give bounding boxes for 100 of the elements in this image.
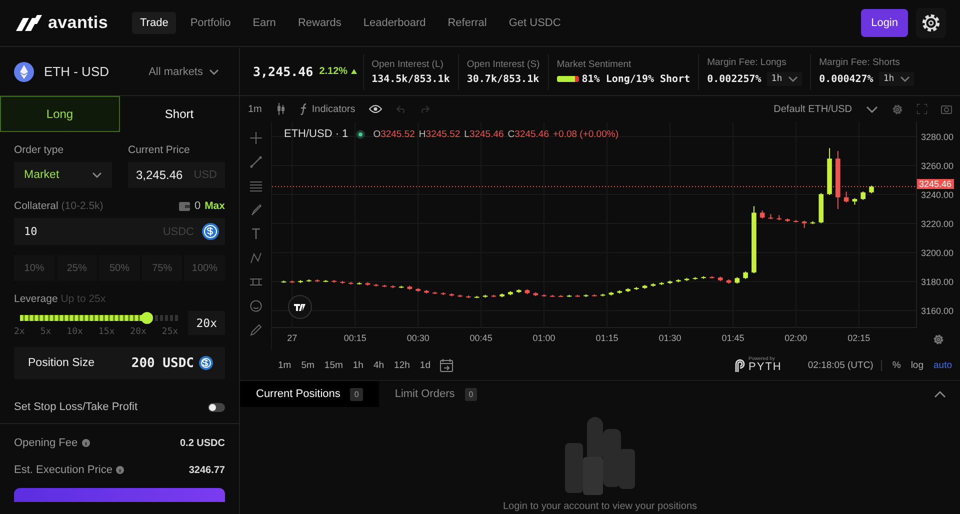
- calendar-icon[interactable]: [440, 358, 454, 372]
- tab-count: 0: [464, 388, 478, 400]
- chevron-down-icon: [209, 68, 219, 74]
- period-dropdown[interactable]: 1h: [879, 72, 914, 86]
- fullscreen-icon[interactable]: [917, 104, 927, 114]
- price-axis-label: 3220.00: [921, 218, 954, 229]
- chevron-down-icon[interactable]: [866, 106, 878, 112]
- stat-value: 30.7k/853.1k: [466, 74, 540, 84]
- stat-label: Margin Fee: Longs: [707, 57, 788, 68]
- stat-value: 0.000427%: [819, 74, 874, 84]
- candles-icon[interactable]: [276, 103, 286, 115]
- interval-option[interactable]: 1d: [420, 360, 430, 370]
- pattern-icon[interactable]: [250, 252, 262, 264]
- fee-label: Opening Fee: [14, 437, 78, 449]
- nav-link[interactable]: Get USDC: [500, 12, 569, 34]
- price-axis-label: 3200.00: [921, 248, 954, 258]
- pyth-logo-icon: [734, 358, 746, 372]
- ohlc-value: L3245.46: [464, 128, 504, 140]
- login-button[interactable]: Login: [861, 9, 908, 37]
- stat-label: Open Interest (S): [466, 58, 540, 70]
- measure-icon[interactable]: [250, 276, 262, 288]
- indicators-button[interactable]: Indicators: [300, 103, 356, 115]
- brand-name: avantis: [48, 13, 108, 33]
- chevron-down-icon: [788, 76, 798, 82]
- text-icon[interactable]: [250, 228, 262, 240]
- positions-tab[interactable]: Limit Orders 0: [378, 381, 494, 407]
- slider-thumb[interactable]: [140, 312, 153, 324]
- crosshair-icon[interactable]: [250, 132, 262, 144]
- nav-link[interactable]: Leaderboard: [355, 12, 434, 34]
- order-type-dropdown[interactable]: Market: [14, 162, 112, 188]
- nav-link[interactable]: Trade: [132, 12, 176, 34]
- brush-icon[interactable]: [250, 204, 262, 216]
- ohlc-value: O3245.52: [373, 128, 415, 140]
- pencil-icon[interactable]: [250, 324, 262, 336]
- current-price-value: 3,245.46: [136, 168, 183, 182]
- positions-tab[interactable]: Current Positions 0: [240, 381, 379, 407]
- time-axis-label: 02:00: [784, 333, 808, 343]
- interval-option[interactable]: 12h: [394, 360, 410, 370]
- max-button[interactable]: Max: [204, 200, 225, 212]
- interval-button[interactable]: 1m: [248, 104, 262, 114]
- scale-option[interactable]: log: [910, 360, 924, 370]
- time-axis-label: 01:30: [658, 333, 682, 343]
- time-axis-label: 01:45: [722, 333, 744, 343]
- emoji-icon[interactable]: [250, 300, 262, 312]
- markets-dropdown[interactable]: All markets: [142, 64, 225, 78]
- slider-tick-label: 15x: [98, 327, 115, 337]
- interval-option[interactable]: 15m: [324, 360, 343, 370]
- fee-label: Est. Execution Price: [14, 464, 112, 476]
- interval-option[interactable]: 1h: [352, 360, 364, 370]
- stat-value: 134.5k/853.1k: [372, 74, 450, 84]
- time-axis-label: 02:15: [848, 333, 870, 343]
- interval-option[interactable]: 4h: [373, 360, 384, 370]
- stop-loss-toggle[interactable]: [208, 402, 225, 412]
- usdc-icon: [199, 356, 213, 370]
- order-side-tab[interactable]: Short: [120, 96, 239, 132]
- stop-loss-label: Set Stop Loss/Take Profit: [14, 401, 138, 413]
- provider-name: PYTH: [748, 362, 782, 373]
- stat-value: 81% Long/19% Short: [582, 74, 690, 84]
- status-dot-icon: [356, 130, 366, 138]
- scale-option[interactable]: auto: [934, 360, 952, 370]
- price-axis-label: 3260.00: [921, 160, 954, 171]
- settings-button[interactable]: [916, 8, 946, 38]
- price-axis-label: 3240.00: [921, 190, 954, 200]
- wallet-balance: 0: [194, 200, 201, 212]
- ohlc-change: +0.08 (+0.00%): [553, 128, 618, 140]
- time-axis-label: 00:30: [406, 333, 430, 343]
- brand-logo-icon: [16, 15, 42, 31]
- order-side-tab[interactable]: Long: [0, 96, 120, 132]
- horizontal-lines-icon[interactable]: [250, 180, 262, 192]
- wallet-icon: [179, 201, 190, 211]
- interval-option[interactable]: 1m: [278, 360, 292, 370]
- slider-tick-label: 25x: [162, 327, 178, 337]
- nav-link[interactable]: Rewards: [290, 12, 350, 34]
- up-triangle-icon: [350, 69, 357, 74]
- leverage-value: 20x: [188, 311, 225, 335]
- stat-label: Market Sentiment: [556, 58, 632, 70]
- nav-link[interactable]: Earn: [244, 12, 284, 34]
- nav-link[interactable]: Portfolio: [182, 12, 239, 34]
- ohlc-value: H3245.52: [418, 128, 460, 140]
- price-axis-label: 3180.00: [921, 276, 954, 287]
- time-axis-label: 00:45: [470, 333, 492, 343]
- interval-option[interactable]: 5m: [301, 360, 314, 370]
- ohlc-value: C3245.46: [508, 128, 549, 140]
- layout-dropdown[interactable]: Default ETH/USD: [774, 104, 852, 114]
- price-axis-label: 3280.00: [921, 132, 954, 142]
- trend-line-icon[interactable]: [250, 156, 262, 168]
- chart-symbol: ETH/USD · 1: [284, 128, 348, 140]
- empty-state-message: Login to your account to view your positions: [503, 501, 697, 512]
- ethereum-icon: [14, 62, 34, 82]
- chevron-up-icon[interactable]: [934, 390, 946, 398]
- camera-icon[interactable]: [941, 104, 952, 114]
- position-size-value: 200 USDC: [131, 356, 194, 370]
- scale-option[interactable]: %: [892, 360, 901, 370]
- current-price-label: Current Price: [128, 144, 191, 156]
- leverage-slider[interactable]: [20, 315, 178, 321]
- slider-tick-label: 2x: [14, 327, 25, 337]
- nav-link[interactable]: Referral: [440, 12, 495, 34]
- period-dropdown[interactable]: 1h: [767, 72, 802, 86]
- eye-icon[interactable]: [369, 105, 382, 113]
- stat-value: 0.002257%: [707, 74, 762, 84]
